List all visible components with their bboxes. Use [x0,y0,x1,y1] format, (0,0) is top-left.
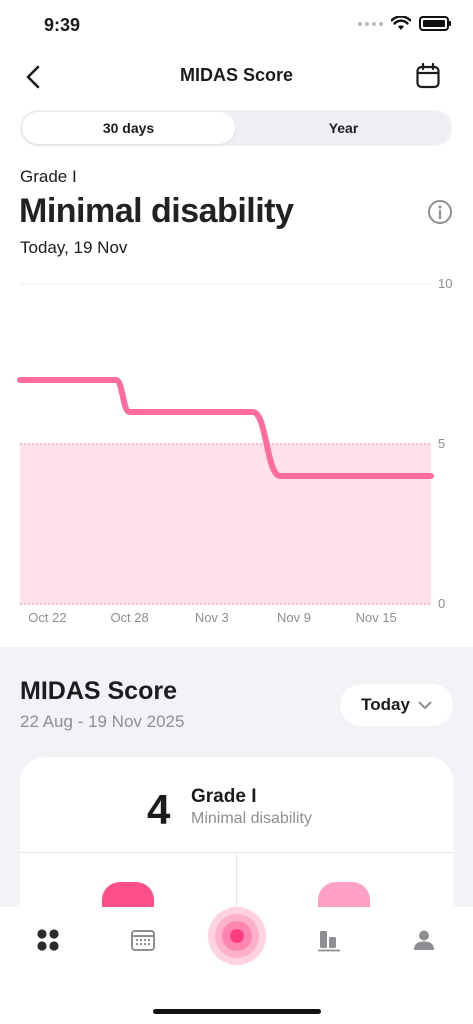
stats-icon [318,931,340,952]
dashboard-icon [37,929,59,951]
profile-icon [414,930,434,950]
x-tick-label-4: Nov 15 [356,610,397,625]
y-tick-label-5: 5 [438,436,445,451]
tab-year[interactable]: Year [237,112,450,144]
wifi-icon [391,16,411,30]
tab-bar [0,907,473,1024]
period-tabs: 30 days Year [20,110,452,146]
tab-calendar[interactable] [123,925,163,955]
record-button-icon [208,907,266,965]
grade-label: Grade I [20,167,77,186]
disability-headline: Minimal disability [19,192,294,230]
y-tick-label-10: 10 [438,276,452,291]
y-tick-label-0: 0 [438,596,445,611]
section-title: MIDAS Score [20,677,177,705]
calendar-button[interactable] [413,61,443,91]
section-date-range: 22 Aug - 19 Nov 2025 [20,712,185,731]
x-tick-label-1: Oct 28 [110,610,148,625]
info-icon [428,200,452,224]
nav-bar: MIDAS Score [0,50,473,102]
battery-icon [419,16,451,31]
period-select-label: Today [361,695,410,714]
tab-profile[interactable] [404,925,444,955]
calendar-icon [416,63,440,89]
status-icons [358,16,451,31]
date-label: Today, 19 Nov [20,238,128,257]
x-tick-label-2: Nov 3 [195,610,229,625]
page-title: MIDAS Score [179,65,294,85]
home-indicator [153,1009,321,1014]
card-divider-vertical [236,853,237,908]
tab-dashboard[interactable] [28,925,68,955]
chevron-down-icon [418,701,432,709]
signal-icon [358,21,383,26]
score-description: Minimal disability [191,810,312,827]
shaded-band [20,444,431,604]
x-tick-label-0: Oct 22 [28,610,66,625]
chart-svg: 10 5 0 Oct 22 Oct 28 Nov 3 Nov 9 Nov 15 [17,276,452,625]
record-button[interactable] [206,907,268,967]
tab-30-days[interactable]: 30 days [22,112,235,144]
status-time: 9:39 [44,15,81,35]
score-grade: Grade I [191,786,257,807]
status-bar: 9:39 [0,0,473,50]
score-value: 4 [147,786,171,833]
midas-chart: 10 5 0 Oct 22 Oct 28 Nov 3 Nov 9 Nov 15 [0,270,473,635]
period-select[interactable]: Today [340,684,453,726]
tab-statistics[interactable] [309,925,349,955]
x-tick-label-3: Nov 9 [277,610,311,625]
calendar-grid-icon [131,930,155,951]
info-button[interactable] [427,199,453,225]
